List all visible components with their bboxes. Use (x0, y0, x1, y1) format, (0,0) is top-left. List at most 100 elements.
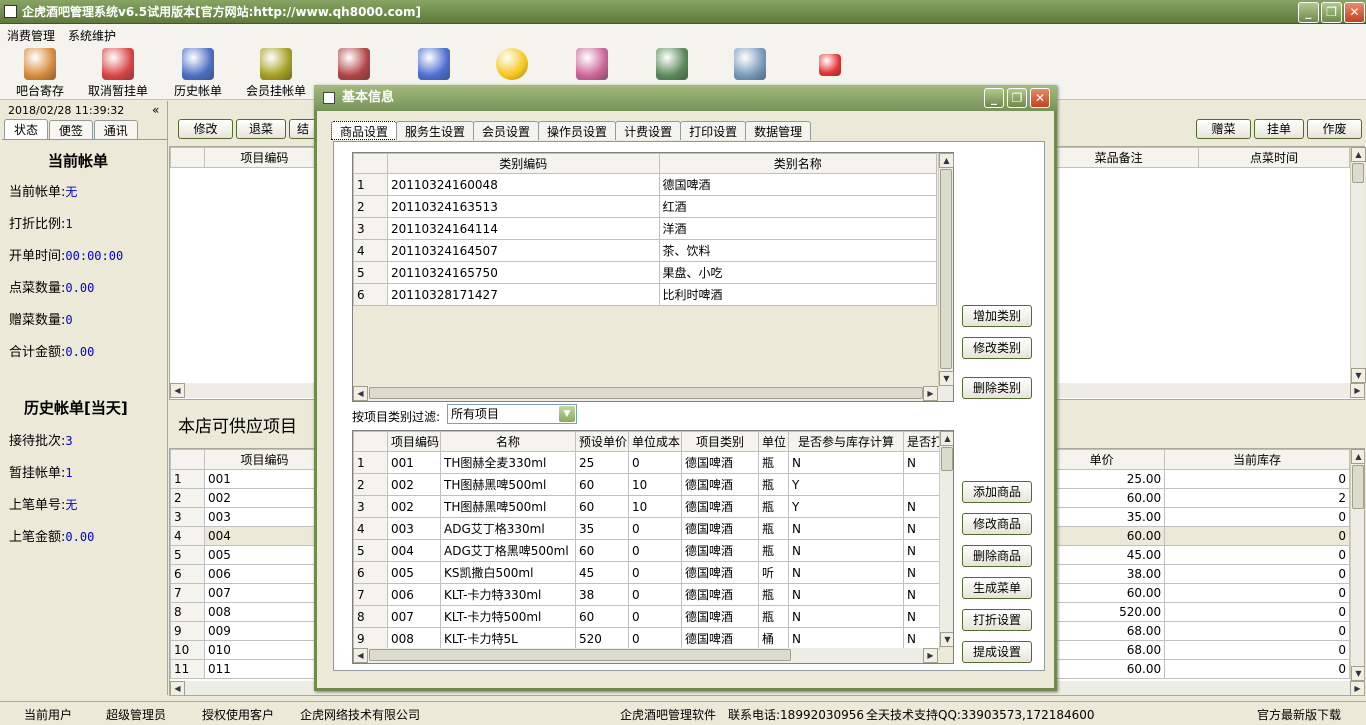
category-cell-name: 茶、饮料 (658, 239, 938, 262)
item-row[interactable]: 2 002 TH图赫黑啤500ml 60 10 德国啤酒瓶 Y (353, 473, 940, 496)
category-hscroll[interactable]: ◀ ▶ (353, 386, 953, 401)
order-vscroll[interactable]: ▲ ▼ (1350, 147, 1366, 383)
item-col-category[interactable]: 项目类别 (681, 431, 759, 452)
item-col-stock[interactable]: 是否参与库存计算 (788, 431, 904, 452)
dialog-tab-7[interactable]: 数据管理 (745, 121, 812, 140)
item-col-name[interactable]: 名称 (440, 431, 576, 452)
category-row[interactable]: 5 20110324165750 果盘、小吃 (353, 261, 938, 284)
generate-menu-button[interactable]: 生成菜单 (962, 577, 1032, 599)
item-row[interactable]: 5 004 ADG艾丁格黑啤500ml 60 0 德国啤酒瓶 N N (353, 539, 940, 562)
add-category-button[interactable]: 增加类别 (962, 305, 1032, 327)
item-row[interactable]: 4 003 ADG艾丁格330ml 35 0 德国啤酒瓶 N N (353, 517, 940, 540)
category-row[interactable]: 3 20110324164114 洋酒 (353, 217, 938, 240)
restore-button[interactable]: ❐ (1321, 2, 1342, 23)
status-license-value: 企虎网络技术有限公司 (300, 708, 421, 722)
category-row[interactable]: 2 20110324163513 红酒 (353, 195, 938, 218)
toolbar-button-2[interactable]: 取消暂挂单 (80, 46, 156, 98)
collapse-icon[interactable]: « (152, 103, 159, 117)
dialog-maximize-button[interactable]: ❐ (1007, 88, 1027, 108)
supply-cell-code: 008 (203, 602, 325, 622)
toolbar-button-3[interactable]: 历史帐单 (160, 46, 236, 98)
category-row[interactable]: 4 20110324164507 茶、饮料 (353, 239, 938, 262)
dropdown-arrow-icon[interactable]: ▼ (559, 406, 575, 422)
tab-notes[interactable]: 便签 (48, 120, 93, 139)
delete-category-button[interactable]: 删除类别 (962, 377, 1032, 399)
supply-col-price[interactable]: 单价 (1038, 449, 1166, 470)
modify-button[interactable]: 修改 (178, 119, 233, 139)
supply-cell-n: 3 (170, 507, 205, 527)
delete-item-button[interactable]: 删除商品 (962, 545, 1032, 567)
order-col-time[interactable]: 点菜时间 (1198, 147, 1350, 168)
item-cell-stock: N (788, 451, 904, 474)
void-bill-button[interactable]: 作废 (1307, 119, 1362, 139)
filter-label: 按项目类别过滤: (352, 410, 441, 424)
checkout-button[interactable]: 结 (289, 119, 317, 139)
category-row[interactable]: 6 20110328171427 比利时啤酒 (353, 283, 938, 306)
dialog-tab-5[interactable]: 计费设置 (615, 121, 682, 140)
dialog-minimize-button[interactable]: _ (984, 88, 1004, 108)
return-dish-button[interactable]: 退菜 (236, 119, 286, 139)
item-vscroll[interactable]: ▲ ▼ (939, 431, 953, 647)
gift-dish-button[interactable]: 赠菜 (1196, 119, 1251, 139)
discount-settings-button[interactable]: 打折设置 (962, 609, 1032, 631)
tab-status[interactable]: 状态 (4, 119, 49, 140)
dialog-tab-6[interactable]: 打印设置 (680, 121, 747, 140)
supply-cell-code: 011 (203, 659, 325, 679)
close-button[interactable]: ✕ (1344, 2, 1365, 23)
category-vscroll[interactable]: ▲ ▼ (938, 153, 954, 386)
item-row[interactable]: 1 001 TH图赫全麦330ml 25 0 德国啤酒瓶 N N (353, 451, 940, 474)
category-cell-n: 4 (353, 239, 388, 262)
history-row: 暂挂帐单:1 (9, 462, 73, 481)
supply-vscroll[interactable]: ▲ ▼ (1350, 449, 1364, 681)
item-row[interactable]: 3 002 TH图赫黑啤500ml 60 10 德国啤酒瓶 Y N (353, 495, 940, 518)
hold-bill-button[interactable]: 挂单 (1254, 119, 1304, 139)
window-titlebar: 企虎酒吧管理系统v6.5试用版本[官方网站:http://www.qh8000.… (0, 0, 1366, 24)
minimize-button[interactable]: _ (1298, 2, 1319, 23)
order-col-code[interactable]: 项目编码 (203, 147, 325, 168)
supply-cell-code: 002 (203, 488, 325, 508)
dialog-tab-3[interactable]: 会员设置 (473, 121, 540, 140)
add-item-button[interactable]: 添加商品 (962, 481, 1032, 503)
item-hscroll[interactable]: ◀ ▶ (353, 648, 939, 663)
item-row[interactable]: 6 005 KS凯撒白500ml 45 0 德国啤酒听 N N (353, 561, 940, 584)
cat-col-name[interactable]: 类别名称 (658, 153, 938, 174)
dialog-close-button[interactable]: ✕ (1030, 88, 1050, 108)
edit-category-button[interactable]: 修改类别 (962, 337, 1032, 359)
item-col-print[interactable]: 是否打 (903, 431, 940, 452)
app-icon[interactable] (4, 5, 17, 18)
item-cell-cost: 0 (628, 605, 682, 628)
dialog-tab-2[interactable]: 服务生设置 (396, 121, 475, 140)
item-col-cost[interactable]: 单位成本 (628, 431, 682, 452)
dialog-tab-4[interactable]: 操作员设置 (538, 121, 617, 140)
menu-system[interactable]: 系统维护 (61, 24, 122, 44)
menu-consumption[interactable]: 消费管理 (0, 24, 61, 44)
dialog-tab-1[interactable]: 商品设置 (331, 121, 398, 140)
order-col-note[interactable]: 菜品备注 (1038, 147, 1200, 168)
tab-contact[interactable]: 通讯 (93, 120, 138, 139)
edit-item-button[interactable]: 修改商品 (962, 513, 1032, 535)
item-row[interactable]: 7 006 KLT-卡力特330ml 38 0 德国啤酒瓶 N N (353, 583, 940, 606)
supply-cell-price: 35.00 (1038, 507, 1166, 527)
supply-col-code[interactable]: 项目编码 (203, 449, 325, 470)
toolbar-button-1[interactable]: 吧台寄存 (2, 46, 78, 98)
item-col-unit[interactable]: 单位 (758, 431, 789, 452)
item-row[interactable]: 9 008 KLT-卡力特5L 520 0 德国啤酒桶 N N (353, 627, 940, 650)
item-cell-n: 3 (353, 495, 388, 518)
item-col-code[interactable]: 项目编码 (387, 431, 441, 452)
current-row: 点菜数量:0.00 (9, 277, 94, 296)
status-download-link[interactable]: 官方最新版下载 (1257, 706, 1341, 723)
current-value: 0.00 (65, 281, 95, 295)
item-cell-unit: 瓶 (758, 605, 789, 628)
supply-col-stock[interactable]: 当前库存 (1164, 449, 1350, 470)
category-cell-n: 1 (353, 173, 388, 196)
item-col-price[interactable]: 预设单价 (575, 431, 629, 452)
category-cell-n: 5 (353, 261, 388, 284)
commission-settings-button[interactable]: 提成设置 (962, 641, 1032, 663)
category-row[interactable]: 1 20110324160048 德国啤酒 (353, 173, 938, 196)
toolbar-button-4[interactable]: 会员挂帐单 (238, 46, 314, 98)
item-row[interactable]: 8 007 KLT-卡力特500ml 60 0 德国啤酒瓶 N N (353, 605, 940, 628)
cat-col-code[interactable]: 类别编码 (386, 153, 660, 174)
item-cell-cost: 0 (628, 583, 682, 606)
item-cell-p: N (903, 627, 940, 650)
category-filter-select[interactable]: 所有项目 ▼ (447, 404, 577, 424)
